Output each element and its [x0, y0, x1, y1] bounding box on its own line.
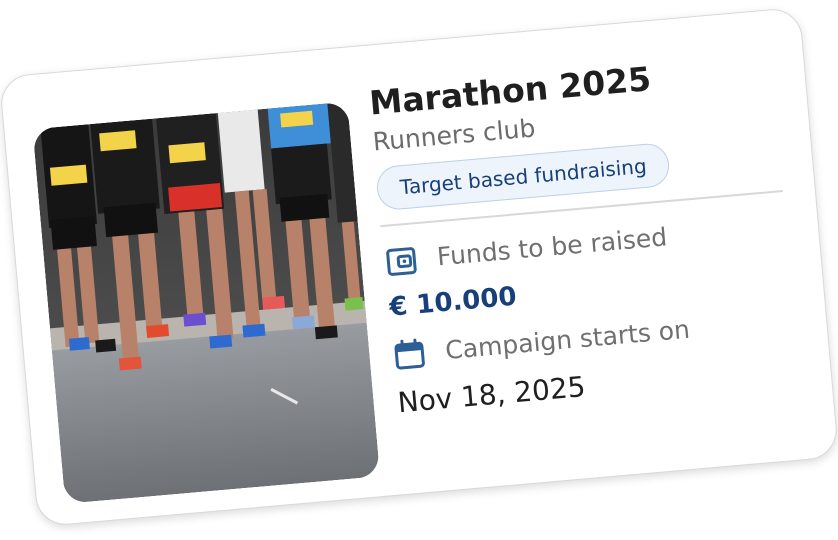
campaign-image: [32, 101, 381, 504]
start-label: Campaign starts on: [444, 314, 691, 365]
runners-photo-illustration: [32, 101, 381, 504]
wallet-icon: [382, 241, 421, 280]
campaign-card[interactable]: Marathon 2025 Runners club Target based …: [0, 6, 838, 528]
funds-label: Funds to be raised: [435, 222, 669, 272]
campaign-details: Marathon 2025 Runners club Target based …: [368, 48, 806, 420]
calendar-icon: [390, 334, 429, 373]
stage: Marathon 2025 Runners club Target based …: [0, 0, 838, 540]
